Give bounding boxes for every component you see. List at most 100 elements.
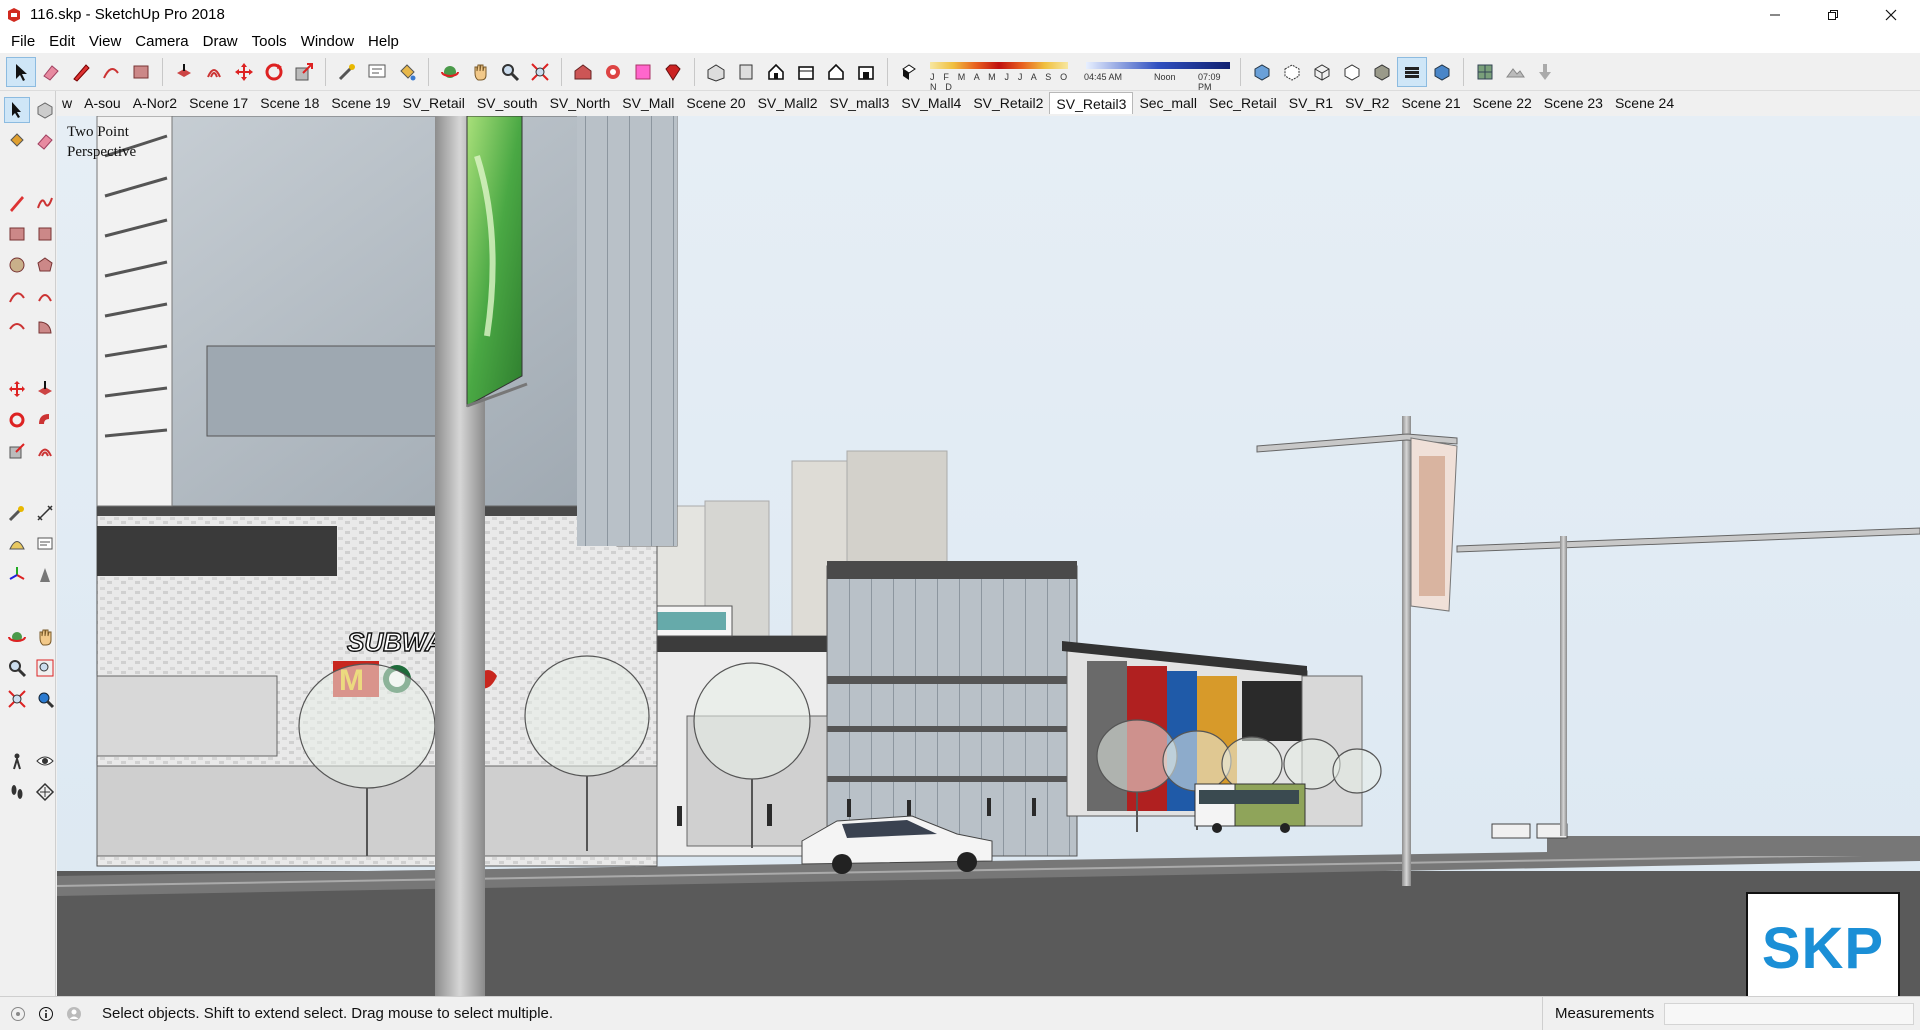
scene-tab[interactable]: A-Nor2: [127, 92, 183, 114]
scene-tab[interactable]: Scene 20: [680, 92, 751, 114]
xray-button[interactable]: [1247, 57, 1277, 87]
previous-view-button[interactable]: [32, 686, 58, 712]
zoom-button[interactable]: [4, 655, 30, 681]
credits-info-icon[interactable]: [36, 1004, 56, 1024]
three-point-arc-button[interactable]: [4, 314, 30, 340]
text-tool-button[interactable]: [362, 57, 392, 87]
arc-tool-button[interactable]: [96, 57, 126, 87]
back-edges-button[interactable]: [1277, 57, 1307, 87]
look-around-button[interactable]: [32, 748, 58, 774]
scene-tab[interactable]: SV_R1: [1283, 92, 1339, 114]
scene-tab[interactable]: Scene 23: [1538, 92, 1609, 114]
zoom-window-button[interactable]: [32, 655, 58, 681]
section-plane-button[interactable]: [32, 779, 58, 805]
scene-tab[interactable]: Scene 22: [1467, 92, 1538, 114]
extension-manager-button[interactable]: [658, 57, 688, 87]
top-view-button[interactable]: [731, 57, 761, 87]
menu-camera[interactable]: Camera: [128, 33, 195, 50]
rectangle-button[interactable]: [4, 221, 30, 247]
text-button[interactable]: [32, 531, 58, 557]
orbit-button[interactable]: [4, 624, 30, 650]
line-button[interactable]: [4, 190, 30, 216]
scene-tab[interactable]: w: [56, 92, 78, 114]
3d-text-button[interactable]: [32, 562, 58, 588]
scene-tab[interactable]: Scene 19: [325, 92, 396, 114]
freehand-button[interactable]: [32, 190, 58, 216]
make-component-button[interactable]: [32, 97, 58, 123]
offset-button[interactable]: [32, 438, 58, 464]
arc-button[interactable]: [4, 283, 30, 309]
rotate-button[interactable]: [4, 407, 30, 433]
menu-tools[interactable]: Tools: [245, 33, 294, 50]
scale-button[interactable]: [4, 438, 30, 464]
zoom-extents-button[interactable]: [525, 57, 555, 87]
scene-tab[interactable]: SV_North: [544, 92, 617, 114]
scene-tab[interactable]: SV_mall3: [824, 92, 896, 114]
pan-button[interactable]: [32, 624, 58, 650]
restore-button[interactable]: [1804, 0, 1862, 29]
menu-file[interactable]: File: [4, 33, 42, 50]
menu-edit[interactable]: Edit: [42, 33, 82, 50]
3d-viewport[interactable]: SUBWAY M: [57, 116, 1920, 996]
scene-tab[interactable]: SV_R2: [1339, 92, 1395, 114]
polygon-button[interactable]: [32, 252, 58, 278]
iso-view-button[interactable]: [701, 57, 731, 87]
photo-texture-button[interactable]: [1530, 57, 1560, 87]
rotated-rectangle-button[interactable]: [32, 221, 58, 247]
shadows-toggle-button[interactable]: [894, 57, 924, 87]
move-button[interactable]: [229, 57, 259, 87]
circle-button[interactable]: [4, 252, 30, 278]
menu-draw[interactable]: Draw: [196, 33, 245, 50]
add-location-button[interactable]: [1470, 57, 1500, 87]
select-tool-button[interactable]: [4, 97, 30, 123]
rotate-button[interactable]: [259, 57, 289, 87]
shape-tool-button[interactable]: [126, 57, 156, 87]
toggle-terrain-button[interactable]: [1500, 57, 1530, 87]
scene-tab[interactable]: Scene 18: [254, 92, 325, 114]
menu-help[interactable]: Help: [361, 33, 406, 50]
two-point-arc-button[interactable]: [32, 283, 58, 309]
scene-tab[interactable]: Scene 21: [1395, 92, 1466, 114]
dimension-button[interactable]: [32, 500, 58, 526]
scene-tab[interactable]: SV_south: [471, 92, 544, 114]
scene-tab[interactable]: Scene 24: [1609, 92, 1680, 114]
shadow-date-slider[interactable]: J F M A M J J A S O N D: [928, 57, 1078, 92]
left-view-button[interactable]: [851, 57, 881, 87]
geo-location-icon[interactable]: [8, 1004, 28, 1024]
shaded-button[interactable]: [1367, 57, 1397, 87]
line-tool-button[interactable]: [66, 57, 96, 87]
minimize-button[interactable]: [1746, 0, 1804, 29]
eraser-button[interactable]: [32, 128, 58, 154]
menu-window[interactable]: Window: [294, 33, 361, 50]
menu-view[interactable]: View: [82, 33, 128, 50]
monochrome-button[interactable]: [1427, 57, 1457, 87]
tape-measure-button[interactable]: [332, 57, 362, 87]
scene-tab[interactable]: SV_Mall: [616, 92, 680, 114]
wireframe-button[interactable]: [1307, 57, 1337, 87]
scene-tab[interactable]: Sec_mall: [1133, 92, 1203, 114]
pie-button[interactable]: [32, 314, 58, 340]
push-pull-button[interactable]: [169, 57, 199, 87]
scene-tab[interactable]: Sec_Retail: [1203, 92, 1283, 114]
scene-tab[interactable]: SV_Retail: [397, 92, 471, 114]
scene-tab[interactable]: SV_Mall4: [895, 92, 967, 114]
tape-measure-button[interactable]: [4, 500, 30, 526]
zoom-button[interactable]: [495, 57, 525, 87]
position-camera-button[interactable]: [4, 748, 30, 774]
zoom-extents-button[interactable]: [4, 686, 30, 712]
user-account-icon[interactable]: [64, 1004, 84, 1024]
scene-tab[interactable]: A-sou: [78, 92, 127, 114]
back-view-button[interactable]: [821, 57, 851, 87]
eraser-tool-button[interactable]: [36, 57, 66, 87]
push-pull-button[interactable]: [32, 376, 58, 402]
scene-tab-active[interactable]: SV_Retail3: [1049, 92, 1134, 114]
protractor-button[interactable]: [4, 531, 30, 557]
extension-warehouse-button[interactable]: [598, 57, 628, 87]
measurements-input[interactable]: [1664, 1003, 1914, 1025]
shadow-time-slider[interactable]: 04:45 AM Noon 07:09 PM: [1084, 57, 1234, 92]
paint-bucket-button[interactable]: [4, 128, 30, 154]
axes-button[interactable]: [4, 562, 30, 588]
layout-button[interactable]: [628, 57, 658, 87]
right-view-button[interactable]: [791, 57, 821, 87]
walk-button[interactable]: [4, 779, 30, 805]
